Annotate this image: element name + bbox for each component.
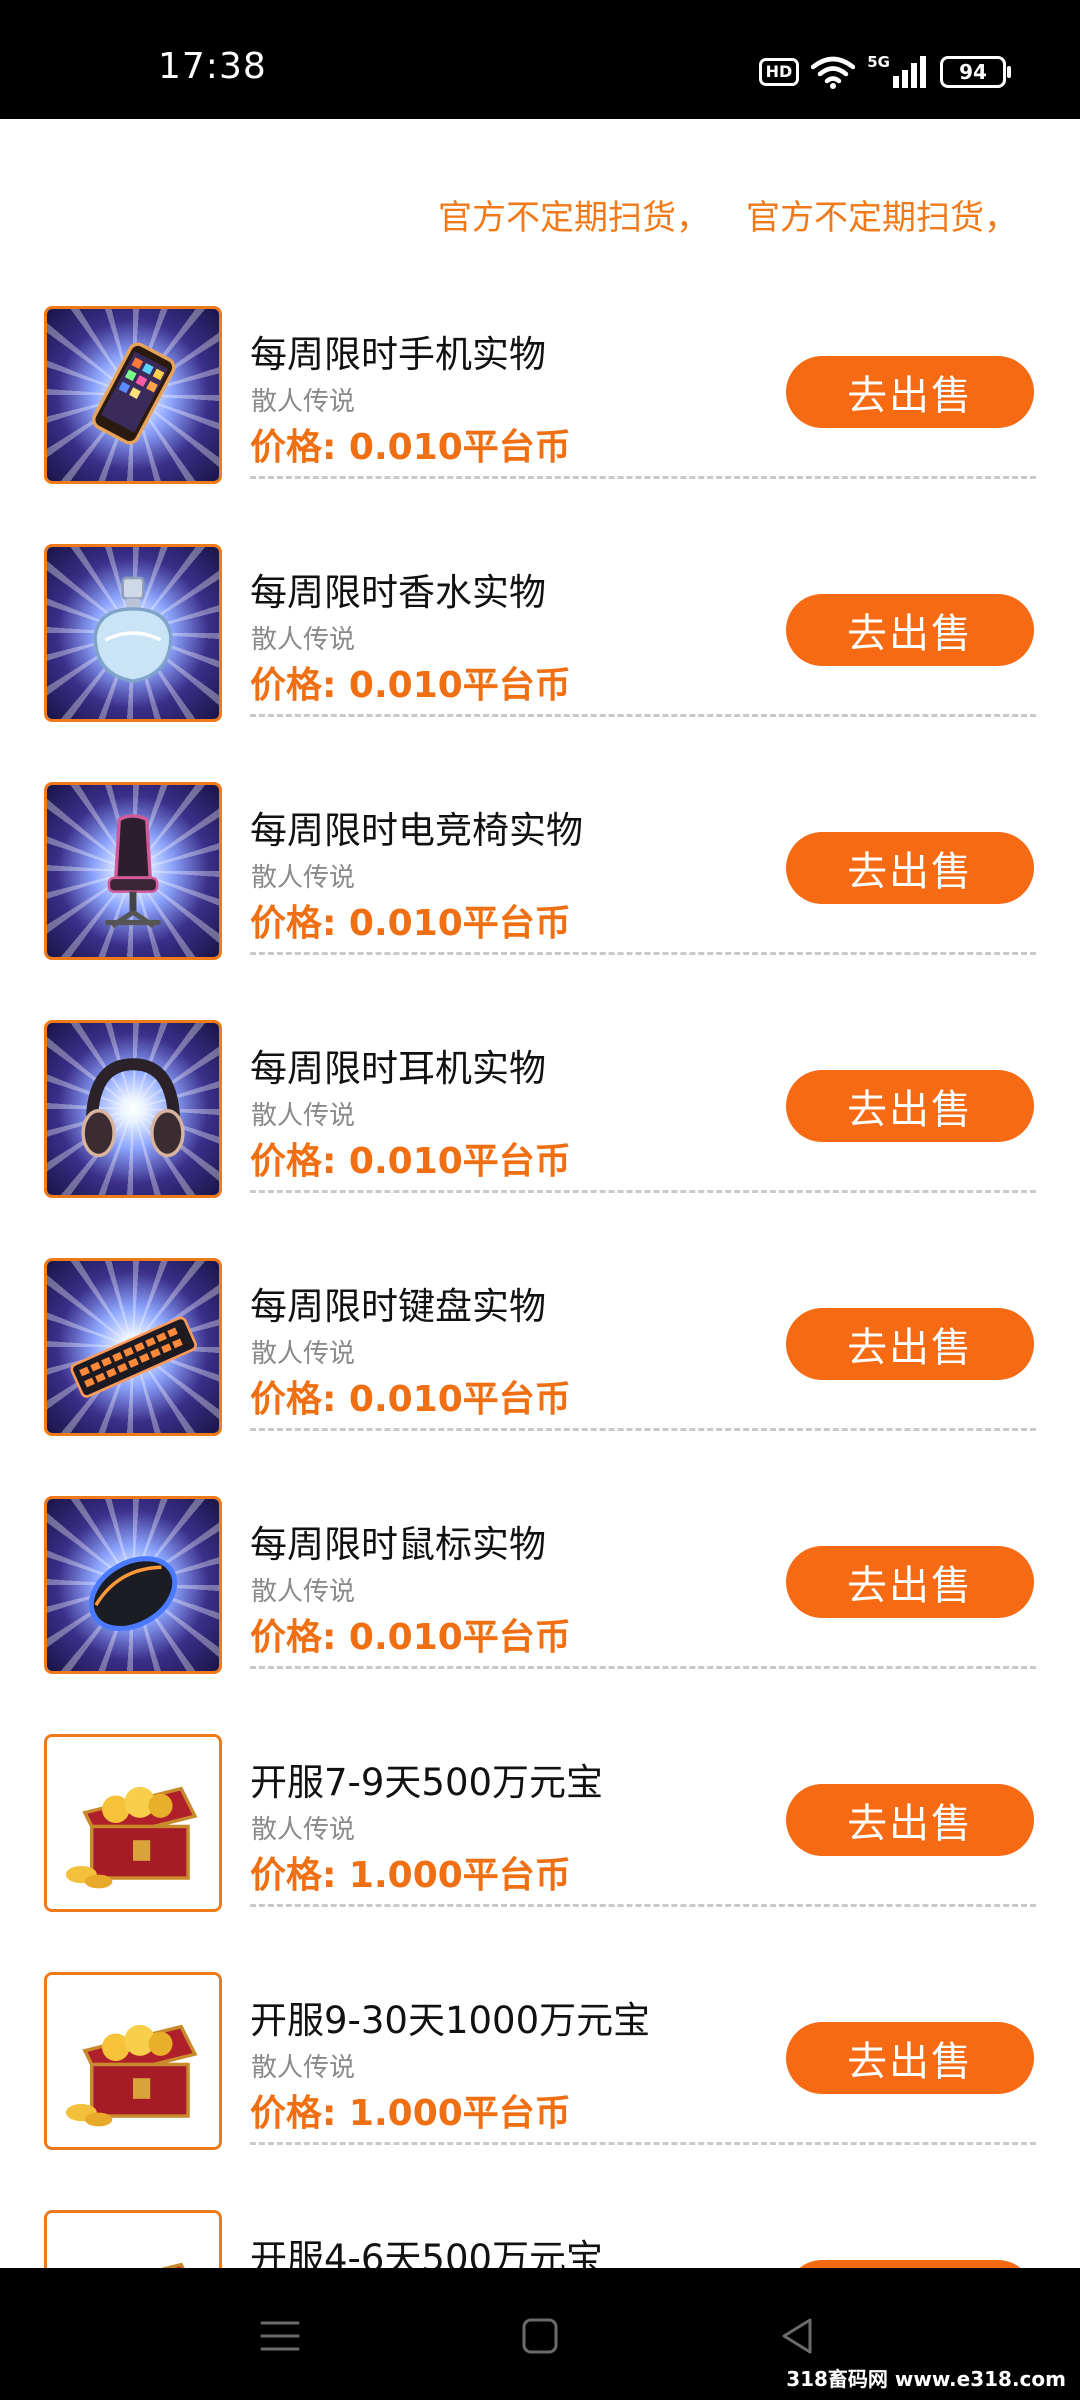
item-title: 开服7-9天500万元宝 (250, 1761, 604, 1804)
item-price: 价格: 0.010平台币 (250, 427, 571, 468)
treasure-chest-icon (160, 2262, 185, 2268)
treasure-chest-image (44, 1972, 222, 2150)
item-title: 每周限时电竞椅实物 (250, 809, 583, 852)
item-title: 每周限时香水实物 (250, 571, 546, 614)
item-divider (250, 2142, 1036, 2145)
sell-button[interactable]: 去出售 (786, 1308, 1034, 1380)
list-item: 每周限时键盘实物 散人传说 价格: 0.010平台币 去出售 (0, 1258, 1080, 1496)
sell-button[interactable]: 去出售 (786, 2022, 1034, 2094)
menu-icon[interactable] (258, 2314, 302, 2358)
item-divider (250, 1190, 1036, 1193)
sell-button[interactable]: 去出售 (786, 832, 1034, 904)
mouse-image (44, 1496, 222, 1674)
item-divider (250, 714, 1036, 717)
item-price: 价格: 0.010平台币 (250, 1141, 571, 1182)
list-item: 每周限时香水实物 散人传说 价格: 0.010平台币 去出售 (0, 544, 1080, 782)
item-price: 价格: 1.000平台币 (250, 2093, 571, 2134)
item-price: 价格: 0.010平台币 (250, 903, 571, 944)
item-subtitle: 散人传说 (251, 1339, 356, 1369)
list-item: 每周限时耳机实物 散人传说 价格: 0.010平台币 去出售 (0, 1020, 1080, 1258)
item-divider (250, 476, 1036, 479)
list-item: 开服4-6天500万元宝 (0, 2210, 1080, 2268)
item-price: 价格: 0.010平台币 (250, 665, 571, 706)
item-title: 每周限时键盘实物 (250, 1285, 546, 1328)
item-title: 开服4-6天500万元宝 (250, 2237, 604, 2268)
item-subtitle: 散人传说 (251, 863, 356, 893)
gaming-chair-icon (105, 814, 161, 929)
list-item: 每周限时鼠标实物 散人传说 价格: 0.010平台币 去出售 (0, 1496, 1080, 1734)
mouse-icon (88, 1556, 178, 1632)
item-subtitle: 散人传说 (251, 1101, 356, 1131)
list-item: 开服9-30天1000万元宝 散人传说 价格: 1.000平台币 去出售 (0, 1972, 1080, 2210)
item-subtitle: 散人传说 (251, 1815, 356, 1845)
phone-icon (92, 342, 176, 445)
item-divider (250, 1428, 1036, 1431)
item-price: 价格: 0.010平台币 (250, 1379, 571, 1420)
item-title: 每周限时鼠标实物 (250, 1523, 546, 1566)
item-divider (250, 1666, 1036, 1669)
sell-button[interactable]: 去出售 (786, 594, 1034, 666)
item-subtitle: 散人传说 (251, 2053, 356, 2083)
sell-button[interactable]: 去出售 (786, 356, 1034, 428)
keyboard-icon (70, 1316, 197, 1398)
treasure-chest-image (44, 2210, 222, 2268)
item-price: 价格: 0.010平台币 (250, 1617, 571, 1658)
list-item: 每周限时电竞椅实物 散人传说 价格: 0.010平台币 去出售 (0, 782, 1080, 1020)
sell-button[interactable] (786, 2260, 1034, 2268)
sell-button[interactable]: 去出售 (786, 1784, 1034, 1856)
item-price: 价格: 1.000平台币 (250, 1855, 571, 1896)
back-icon[interactable] (776, 2314, 820, 2358)
watermark: 318畜码网 www.e318.com (786, 2367, 1066, 2391)
item-title: 开服9-30天1000万元宝 (250, 1999, 651, 2042)
keyboard-image (44, 1258, 222, 1436)
phone-image (44, 306, 222, 484)
list-item: 开服7-9天500万元宝 散人传说 价格: 1.000平台币 去出售 (0, 1734, 1080, 1972)
home-icon[interactable] (518, 2314, 562, 2358)
headphones-icon (81, 1058, 185, 1158)
gaming-chair-image (44, 782, 222, 960)
item-divider (250, 952, 1036, 955)
item-subtitle: 散人传说 (251, 625, 356, 655)
treasure-chest-image (44, 1734, 222, 1912)
item-subtitle: 散人传说 (251, 1577, 356, 1607)
item-title: 每周限时手机实物 (250, 333, 546, 376)
perfume-icon (93, 576, 173, 683)
item-divider (250, 1904, 1036, 1907)
item-subtitle: 散人传说 (251, 387, 356, 417)
treasure-chest-icon (65, 2024, 198, 2127)
sell-button[interactable]: 去出售 (786, 1546, 1034, 1618)
product-list[interactable]: 每周限时手机实物 散人传说 价格: 0.010平台币 去出售 每周限时香水实物 … (0, 0, 1080, 2268)
sell-button[interactable]: 去出售 (786, 1070, 1034, 1142)
treasure-chest-icon (65, 1786, 198, 1889)
item-title: 每周限时耳机实物 (250, 1047, 546, 1090)
headphones-image (44, 1020, 222, 1198)
navigation-bar: 318畜码网 www.e318.com (0, 2268, 1080, 2400)
perfume-image (44, 544, 222, 722)
list-item: 每周限时手机实物 散人传说 价格: 0.010平台币 去出售 (0, 306, 1080, 544)
